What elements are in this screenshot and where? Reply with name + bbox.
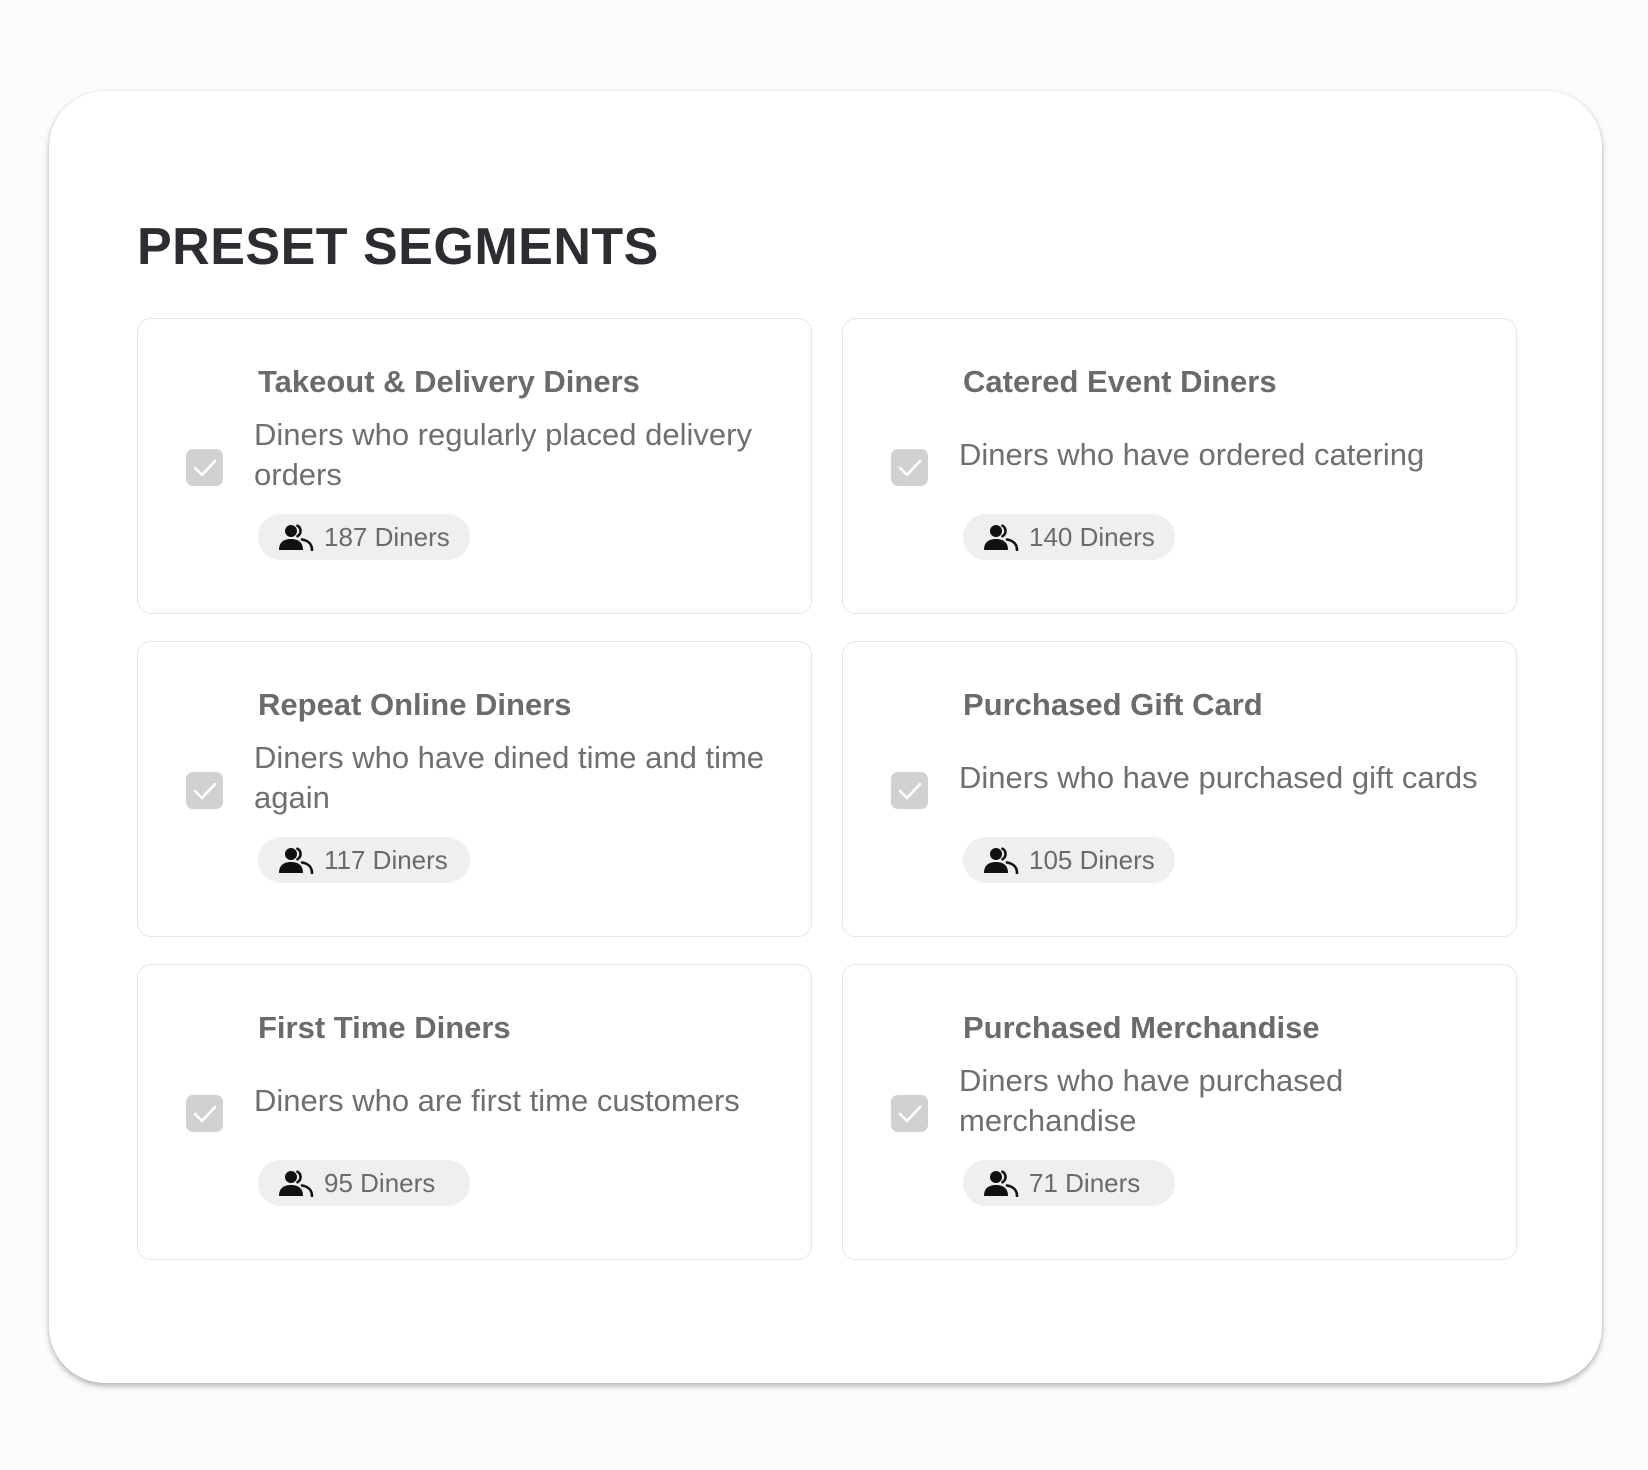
diner-count-badge: 71 Diners (963, 1160, 1175, 1206)
diner-count-badge: 95 Diners (258, 1160, 470, 1206)
segment-checkbox[interactable] (186, 449, 223, 486)
segment-body: Catered Event Diners Diners who have ord… (959, 363, 1486, 583)
diner-count-badge: 140 Diners (963, 514, 1175, 560)
segment-description: Diners who have purchased merchandise (959, 1063, 1344, 1138)
segment-description-wrap: Diners who have ordered catering (959, 406, 1486, 504)
segment-description: Diners who are first time customers (254, 1083, 740, 1118)
diner-count: 140 Diners (1029, 521, 1155, 552)
checkmark-icon (193, 459, 216, 476)
segment-title: Purchased Gift Card (963, 687, 1263, 722)
people-icon (983, 523, 1019, 551)
diner-count-badge: 105 Diners (963, 837, 1175, 883)
diner-count: 95 Diners (324, 1167, 436, 1198)
segment-card-merchandise[interactable]: Purchased Merchandise Diners who have pu… (842, 964, 1517, 1260)
segment-card-takeout-delivery[interactable]: Takeout & Delivery Diners Diners who reg… (137, 318, 812, 614)
segment-title: Purchased Merchandise (963, 1010, 1320, 1045)
segment-checkbox[interactable] (186, 1095, 223, 1132)
checkmark-icon (898, 782, 921, 799)
segment-checkbox[interactable] (891, 449, 928, 486)
diner-count: 71 Diners (1029, 1167, 1141, 1198)
segment-description: Diners who have purchased gift cards (959, 760, 1478, 795)
segment-checkbox[interactable] (891, 1095, 928, 1132)
segment-title: Takeout & Delivery Diners (258, 364, 640, 399)
segment-description-wrap: Diners who are first time customers (254, 1052, 781, 1150)
segment-card-repeat-online[interactable]: Repeat Online Diners Diners who have din… (137, 641, 812, 937)
segment-card-first-time[interactable]: First Time Diners Diners who are first t… (137, 964, 812, 1260)
page-title: PRESET SEGMENTS (137, 218, 659, 276)
segment-description-wrap: Diners who have purchased merchandise (959, 1052, 1486, 1150)
segment-body: Repeat Online Diners Diners who have din… (254, 686, 781, 906)
segment-title: First Time Diners (258, 1010, 511, 1045)
diner-count-badge: 187 Diners (258, 514, 470, 560)
checkmark-icon (898, 459, 921, 476)
segment-description-wrap: Diners who have dined time and time agai… (254, 729, 781, 827)
segment-title: Repeat Online Diners (258, 687, 572, 722)
segment-description: Diners who regularly placed delivery ord… (254, 417, 752, 492)
segment-description-wrap: Diners who regularly placed delivery ord… (254, 406, 781, 504)
diner-count: 117 Diners (324, 844, 448, 875)
people-icon (278, 846, 314, 874)
people-icon (983, 846, 1019, 874)
segment-description: Diners who have ordered catering (959, 437, 1425, 472)
checkmark-icon (193, 782, 216, 799)
preset-segments-panel: PRESET SEGMENTS Takeout & Delivery Diner… (49, 91, 1602, 1383)
checkmark-icon (193, 1105, 216, 1122)
checkmark-icon (898, 1105, 921, 1122)
segment-description: Diners who have dined time and time agai… (254, 740, 765, 815)
segment-checkbox[interactable] (186, 772, 223, 809)
segment-title: Catered Event Diners (963, 364, 1277, 399)
segment-checkbox[interactable] (891, 772, 928, 809)
diner-count: 105 Diners (1029, 844, 1155, 875)
diner-count-badge: 117 Diners (258, 837, 470, 883)
people-icon (983, 1169, 1019, 1197)
segment-card-gift-card[interactable]: Purchased Gift Card Diners who have purc… (842, 641, 1517, 937)
diner-count: 187 Diners (324, 521, 450, 552)
segment-description-wrap: Diners who have purchased gift cards (959, 729, 1486, 827)
segment-body: First Time Diners Diners who are first t… (254, 1009, 781, 1229)
people-icon (278, 523, 314, 551)
segment-card-catered-event[interactable]: Catered Event Diners Diners who have ord… (842, 318, 1517, 614)
segment-body: Purchased Merchandise Diners who have pu… (959, 1009, 1486, 1229)
segment-body: Takeout & Delivery Diners Diners who reg… (254, 363, 781, 583)
segment-body: Purchased Gift Card Diners who have purc… (959, 686, 1486, 906)
segment-grid: Takeout & Delivery Diners Diners who reg… (137, 318, 1517, 1260)
people-icon (278, 1169, 314, 1197)
